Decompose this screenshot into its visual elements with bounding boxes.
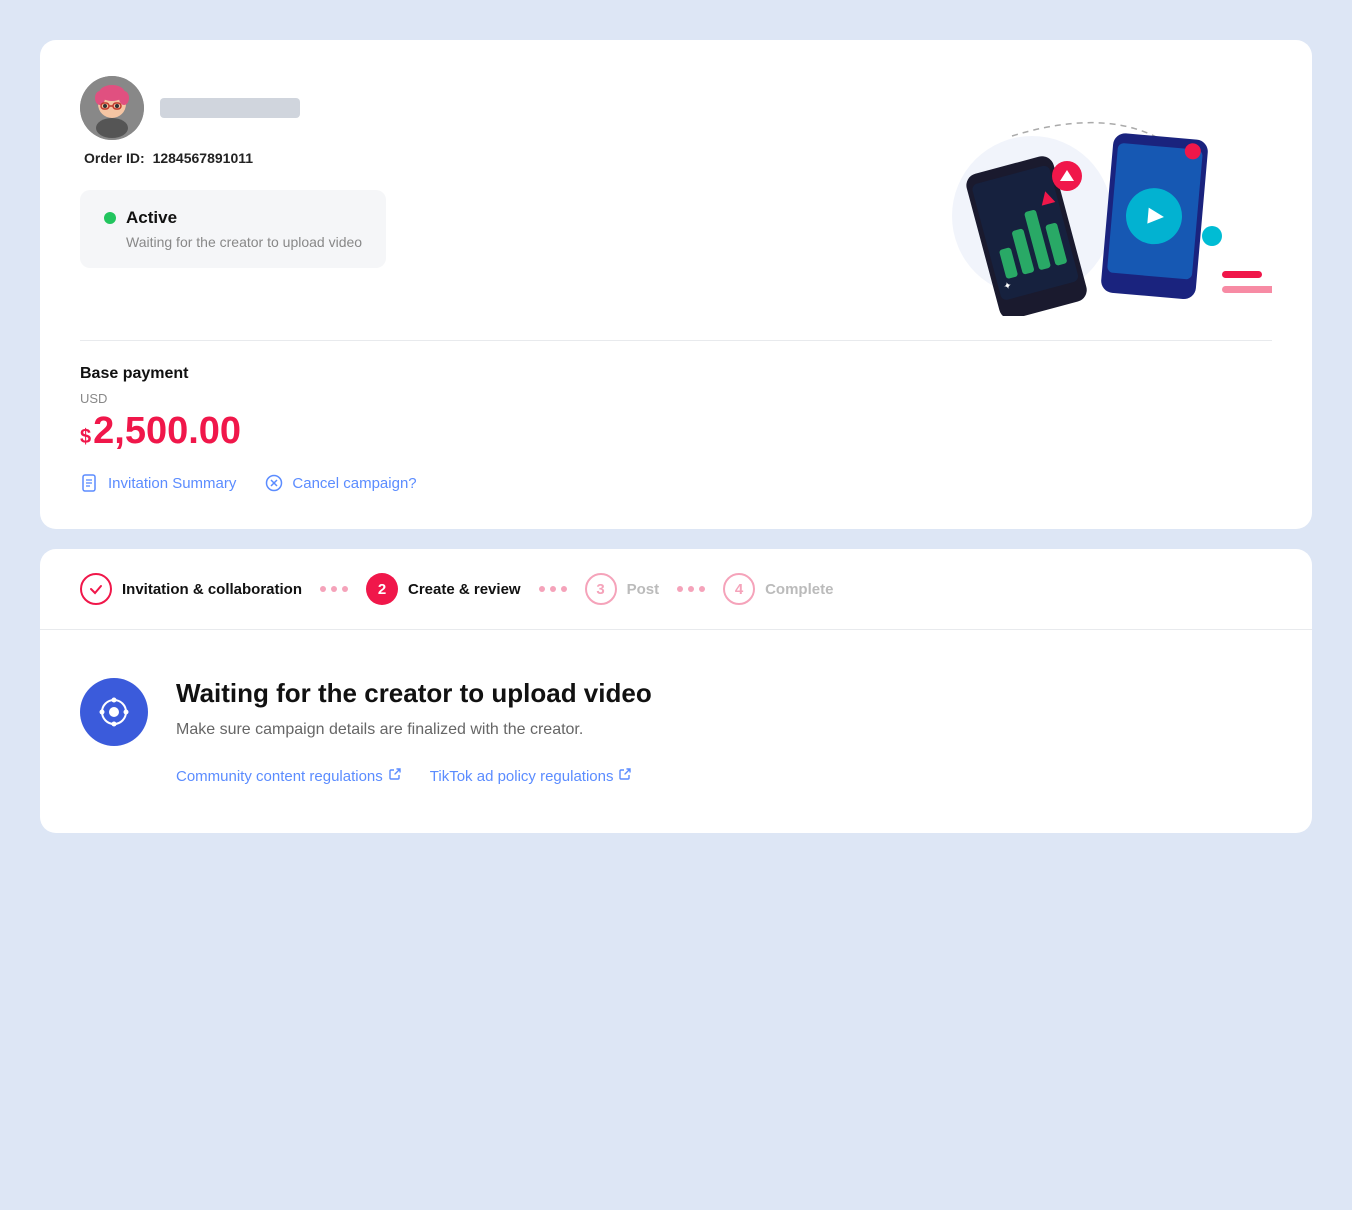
hero-illustration: ✦ [892, 76, 1272, 316]
step-label-2: Create & review [408, 581, 521, 598]
order-card: Order ID: 1284567891011 Active Waiting f… [40, 40, 1312, 529]
content-title: Waiting for the creator to upload video [176, 678, 1272, 709]
step-label-3: Post [627, 581, 660, 598]
steps-card: Invitation & collaboration 2 Create & re… [40, 549, 1312, 833]
reg-links: Community content regulations TikTok ad … [176, 767, 1272, 785]
status-label: Active [126, 208, 177, 228]
community-regulations-link[interactable]: Community content regulations [176, 767, 402, 785]
step-label-1: Invitation & collaboration [122, 581, 302, 598]
payment-amount: $ 2,500.00 [80, 410, 1272, 453]
content-desc: Make sure campaign details are finalized… [176, 721, 1272, 739]
invitation-summary-link[interactable]: Invitation Summary [80, 473, 236, 493]
document-icon [80, 473, 100, 493]
step-item-4: 4 Complete [723, 573, 833, 605]
content-area: Waiting for the creator to upload video … [40, 630, 1312, 833]
invitation-summary-label: Invitation Summary [108, 475, 236, 492]
svg-text:✦: ✦ [1097, 315, 1112, 316]
tiktok-policy-link[interactable]: TikTok ad policy regulations [430, 767, 633, 785]
step-dots-2 [539, 586, 567, 592]
step-label-4: Complete [765, 581, 833, 598]
currency-label: USD [80, 391, 1272, 406]
content-icon [80, 678, 148, 746]
page-wrapper: Order ID: 1284567891011 Active Waiting f… [40, 40, 1312, 833]
external-link-icon-2 [618, 767, 632, 785]
avatar [80, 76, 144, 140]
action-links: Invitation Summary Cancel campaign? [80, 473, 1272, 493]
status-sub: Waiting for the creator to upload video [104, 234, 362, 250]
cancel-icon [264, 473, 284, 493]
amount-value: 2,500.00 [93, 410, 241, 453]
community-regulations-label: Community content regulations [176, 768, 383, 785]
payment-label: Base payment [80, 365, 1272, 383]
dollar-sign: $ [80, 426, 91, 449]
external-link-icon-1 [388, 767, 402, 785]
step-dots-3 [677, 586, 705, 592]
step-circle-4: 4 [723, 573, 755, 605]
content-text: Waiting for the creator to upload video … [176, 678, 1272, 785]
status-box: Active Waiting for the creator to upload… [80, 190, 386, 268]
step-circle-2: 2 [366, 573, 398, 605]
username-bar [160, 98, 300, 118]
steps-bar: Invitation & collaboration 2 Create & re… [40, 549, 1312, 630]
step-item-2: 2 Create & review [366, 573, 521, 605]
status-row: Active [104, 208, 362, 228]
step-item-3: 3 Post [585, 573, 660, 605]
status-dot [104, 212, 116, 224]
step-circle-1 [80, 573, 112, 605]
order-id-row: Order ID: 1284567891011 [80, 150, 892, 166]
divider [80, 340, 1272, 341]
cancel-label: Cancel campaign? [292, 475, 416, 492]
step-circle-3: 3 [585, 573, 617, 605]
card-top: Order ID: 1284567891011 Active Waiting f… [80, 76, 1272, 316]
order-id-value: 1284567891011 [153, 150, 253, 166]
tiktok-policy-label: TikTok ad policy regulations [430, 768, 614, 785]
cancel-campaign-link[interactable]: Cancel campaign? [264, 473, 416, 493]
card-top-left: Order ID: 1284567891011 Active Waiting f… [80, 76, 892, 268]
profile-row [80, 76, 892, 140]
step-item-1: Invitation & collaboration [80, 573, 302, 605]
step-dots-1 [320, 586, 348, 592]
order-id-label: Order ID: [84, 150, 145, 166]
